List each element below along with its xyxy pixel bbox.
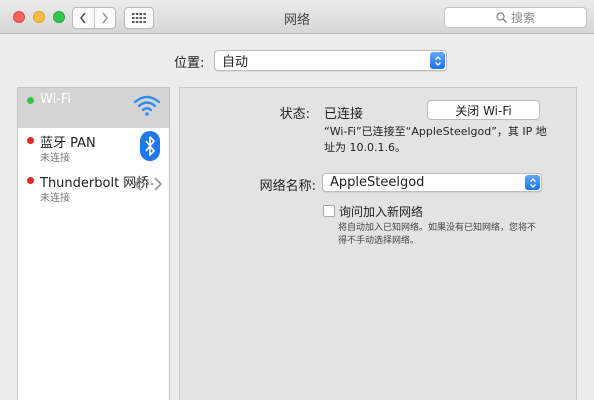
status-value: 已连接 [324, 107, 364, 122]
popup-stepper-icon [525, 175, 540, 190]
bluetooth-icon [140, 131, 160, 164]
ask-join-checkbox[interactable] [323, 205, 335, 217]
service-status: 未连接 [40, 153, 70, 164]
service-name: Wi-Fi [40, 92, 72, 107]
popup-stepper-icon [430, 52, 445, 69]
location-popup[interactable]: 自动 [214, 50, 447, 71]
network-name-label: 网络名称: [259, 179, 316, 194]
search-placeholder: 搜索 [510, 11, 535, 25]
status-dot [27, 177, 34, 184]
service-item-bluetooth-pan[interactable]: 蓝牙 PAN 未连接 [18, 128, 169, 168]
ask-join-note: 将自动加入已知网络。如果没有已知网络，您将不得不手动选择网络。 [338, 223, 537, 246]
turn-off-wifi-button[interactable]: 关闭 Wi-Fi [427, 100, 540, 120]
network-name-popup[interactable]: AppleSteelgod [322, 173, 542, 192]
search-icon [496, 12, 507, 23]
wifi-icon [133, 93, 161, 120]
status-dot [27, 137, 34, 144]
location-value: 自动 [222, 55, 249, 70]
thunderbolt-bridge-icon [133, 176, 163, 195]
service-status: 未连接 [40, 193, 70, 204]
service-item-thunderbolt-bridge[interactable]: Thunderbolt 网桥 未连接 [18, 168, 169, 208]
network-name-value: AppleSteelgod [330, 175, 425, 190]
status-dot [27, 97, 34, 104]
service-list: Wi-Fi 蓝牙 PAN 未连接 Thunderbolt 网桥 未连接 [17, 87, 170, 400]
service-item-wifi[interactable]: Wi-Fi [18, 88, 169, 128]
title-bar: 网络 搜索 [0, 0, 594, 34]
status-description: “Wi-Fi”已连接至“AppleSteelgod”，其 IP 地址为 10.0… [324, 125, 547, 154]
location-label: 位置: [174, 56, 205, 71]
search-field[interactable]: 搜索 [444, 7, 587, 28]
status-label: 状态: [279, 107, 310, 122]
ask-join-label[interactable]: 询问加入新网络 [339, 203, 423, 220]
